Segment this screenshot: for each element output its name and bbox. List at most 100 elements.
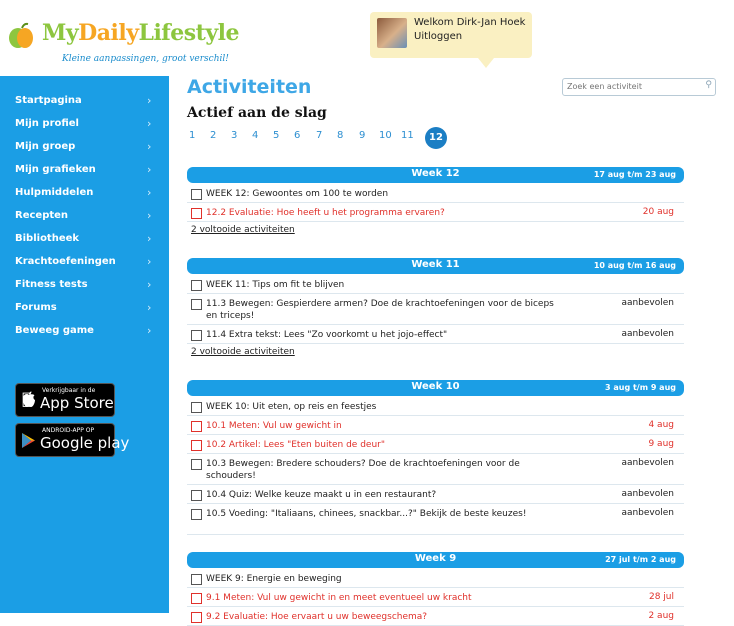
activity-checkbox[interactable] — [191, 509, 202, 520]
page-link-1[interactable]: 1 — [189, 130, 195, 141]
activity-row[interactable]: 9.2 Evaluatie: Hoe ervaart u uw beweegsc… — [187, 607, 684, 626]
activity-title[interactable]: 9.1 Meten: Vul uw gewicht in en meet eve… — [206, 592, 566, 604]
user-panel: Welkom Dirk-Jan Hoek Uitloggen — [370, 12, 532, 68]
app-store-badge[interactable]:  Verkrijgbaar in de App Store — [15, 383, 115, 417]
welcome-text: Welkom Dirk-Jan Hoek — [414, 17, 526, 28]
page-link-3[interactable]: 3 — [231, 130, 237, 141]
activity-row[interactable]: WEEK 9: Energie en beweging — [187, 569, 684, 588]
sidebar-item-1[interactable]: Startpagina › — [0, 91, 169, 114]
activity-checkbox[interactable] — [191, 402, 202, 413]
sidebar-item-10[interactable]: Forums › — [0, 298, 169, 321]
page-title: Activiteiten — [187, 76, 312, 98]
activity-checkbox[interactable] — [191, 612, 202, 623]
week-date-range: 17 aug t/m 23 aug — [593, 170, 676, 179]
google-play-small-text: ANDROID-APP OP — [42, 427, 95, 434]
activity-row[interactable]: 10.4 Quiz: Welke keuze maakt u in een re… — [187, 485, 684, 504]
activity-status: 9 aug — [648, 439, 674, 449]
sidebar-item-label: Mijn grafieken — [15, 164, 96, 175]
chevron-right-icon: › — [147, 324, 152, 337]
activity-title[interactable]: 10.2 Artikel: Lees "Eten buiten de deur" — [206, 439, 566, 451]
activity-checkbox[interactable] — [191, 208, 202, 219]
chevron-right-icon: › — [147, 301, 152, 314]
sidebar-item-label: Hulpmiddelen — [15, 187, 94, 198]
activity-title[interactable]: 11.4 Extra tekst: Lees "Zo voorkomt u he… — [206, 329, 566, 341]
activity-title[interactable]: 10.1 Meten: Vul uw gewicht in — [206, 420, 566, 432]
sidebar-item-8[interactable]: Krachtoefeningen › — [0, 252, 169, 275]
sidebar-item-label: Forums — [15, 302, 57, 313]
chevron-right-icon: › — [147, 163, 152, 176]
activity-title[interactable]: 10.5 Voeding: "Italiaans, chinees, snack… — [206, 508, 566, 520]
completed-activities-link[interactable]: 2 voltooide activiteiten — [191, 225, 295, 235]
app-store-big-text: App Store — [40, 394, 114, 412]
search-icon[interactable]: ⚲ — [705, 80, 712, 90]
activity-title[interactable]: WEEK 9: Energie en beweging — [206, 573, 566, 585]
activity-row[interactable]: WEEK 12: Gewoontes om 100 te worden — [187, 184, 684, 203]
activity-row[interactable]: 10.2 Artikel: Lees "Eten buiten de deur"… — [187, 435, 684, 454]
page-link-2[interactable]: 2 — [210, 130, 216, 141]
search-input[interactable] — [567, 79, 697, 93]
activity-status: aanbevolen — [621, 458, 674, 468]
sidebar-item-5[interactable]: Hulpmiddelen › — [0, 183, 169, 206]
page-link-12[interactable]: 12 — [425, 127, 447, 149]
activity-row[interactable]: 10.3 Bewegen: Bredere schouders? Doe de … — [187, 454, 684, 485]
page-link-6[interactable]: 6 — [294, 130, 300, 141]
week-date-range: 10 aug t/m 16 aug — [593, 261, 676, 270]
activity-title[interactable]: WEEK 12: Gewoontes om 100 te worden — [206, 188, 566, 200]
page-link-10[interactable]: 10 — [379, 130, 392, 141]
activity-row[interactable]: 12.2 Evaluatie: Hoe heeft u het programm… — [187, 203, 684, 222]
avatar[interactable] — [377, 18, 407, 48]
apple-logo-icon — [9, 22, 33, 48]
activity-row[interactable]: 10.1 Meten: Vul uw gewicht in 4 aug — [187, 416, 684, 435]
search-box[interactable]: ⚲ — [562, 78, 716, 96]
section-subtitle: Actief aan de slag — [187, 105, 327, 121]
week-header: Week 11 10 aug t/m 16 aug — [187, 258, 684, 274]
activity-checkbox[interactable] — [191, 440, 202, 451]
sidebar-item-7[interactable]: Bibliotheek › — [0, 229, 169, 252]
activity-row[interactable]: 11.3 Bewegen: Gespierdere armen? Doe de … — [187, 294, 684, 325]
activity-row[interactable]: 10.5 Voeding: "Italiaans, chinees, snack… — [187, 504, 684, 535]
sidebar-item-label: Mijn profiel — [15, 118, 79, 129]
activity-row[interactable]: 9.1 Meten: Vul uw gewicht in en meet eve… — [187, 588, 684, 607]
apple-glyph-icon — [23, 391, 35, 407]
activity-title[interactable]: 11.3 Bewegen: Gespierdere armen? Doe de … — [206, 298, 566, 322]
chevron-right-icon: › — [147, 117, 152, 130]
google-play-badge[interactable]: ANDROID-APP OP Google play — [15, 423, 129, 457]
activity-title[interactable]: 10.3 Bewegen: Bredere schouders? Doe de … — [206, 458, 566, 482]
activity-checkbox[interactable] — [191, 459, 202, 470]
activity-row[interactable]: 11.4 Extra tekst: Lees "Zo voorkomt u he… — [187, 325, 684, 344]
page-link-5[interactable]: 5 — [273, 130, 279, 141]
activity-checkbox[interactable] — [191, 490, 202, 501]
activity-checkbox[interactable] — [191, 593, 202, 604]
activity-checkbox[interactable] — [191, 189, 202, 200]
activity-status: aanbevolen — [621, 489, 674, 499]
activity-checkbox[interactable] — [191, 330, 202, 341]
activity-title[interactable]: WEEK 11: Tips om fit te blijven — [206, 279, 566, 291]
activity-checkbox[interactable] — [191, 280, 202, 291]
activity-checkbox[interactable] — [191, 421, 202, 432]
activity-checkbox[interactable] — [191, 574, 202, 585]
activity-row[interactable]: WEEK 10: Uit eten, op reis en feestjes — [187, 397, 684, 416]
logout-link[interactable]: Uitloggen — [414, 30, 462, 44]
page-link-9[interactable]: 9 — [359, 130, 365, 141]
site-logo[interactable]: MyDailyLifestyle Kleine aanpassingen, gr… — [8, 16, 239, 72]
page-link-11[interactable]: 11 — [401, 130, 414, 141]
page-link-7[interactable]: 7 — [316, 130, 322, 141]
sidebar-item-4[interactable]: Mijn grafieken › — [0, 160, 169, 183]
activity-row[interactable]: WEEK 11: Tips om fit te blijven — [187, 275, 684, 294]
sidebar-item-9[interactable]: Fitness tests › — [0, 275, 169, 298]
activity-title[interactable]: 12.2 Evaluatie: Hoe heeft u het programm… — [206, 207, 566, 219]
page-link-4[interactable]: 4 — [252, 130, 258, 141]
week-date-range: 27 jul t/m 2 aug — [605, 555, 676, 564]
completed-activities-link[interactable]: 2 voltooide activiteiten — [191, 347, 295, 357]
page-link-8[interactable]: 8 — [337, 130, 343, 141]
activity-status: 4 aug — [648, 420, 674, 430]
activity-title[interactable]: WEEK 10: Uit eten, op reis en feestjes — [206, 401, 566, 413]
activity-title[interactable]: 10.4 Quiz: Welke keuze maakt u in een re… — [206, 489, 566, 501]
sidebar-item-2[interactable]: Mijn profiel › — [0, 114, 169, 137]
sidebar-item-3[interactable]: Mijn groep › — [0, 137, 169, 160]
sidebar-item-6[interactable]: Recepten › — [0, 206, 169, 229]
sidebar-item-11[interactable]: Beweeg game › — [0, 321, 169, 344]
activity-checkbox[interactable] — [191, 299, 202, 310]
chevron-right-icon: › — [147, 232, 152, 245]
activity-status: 20 aug — [642, 207, 674, 217]
